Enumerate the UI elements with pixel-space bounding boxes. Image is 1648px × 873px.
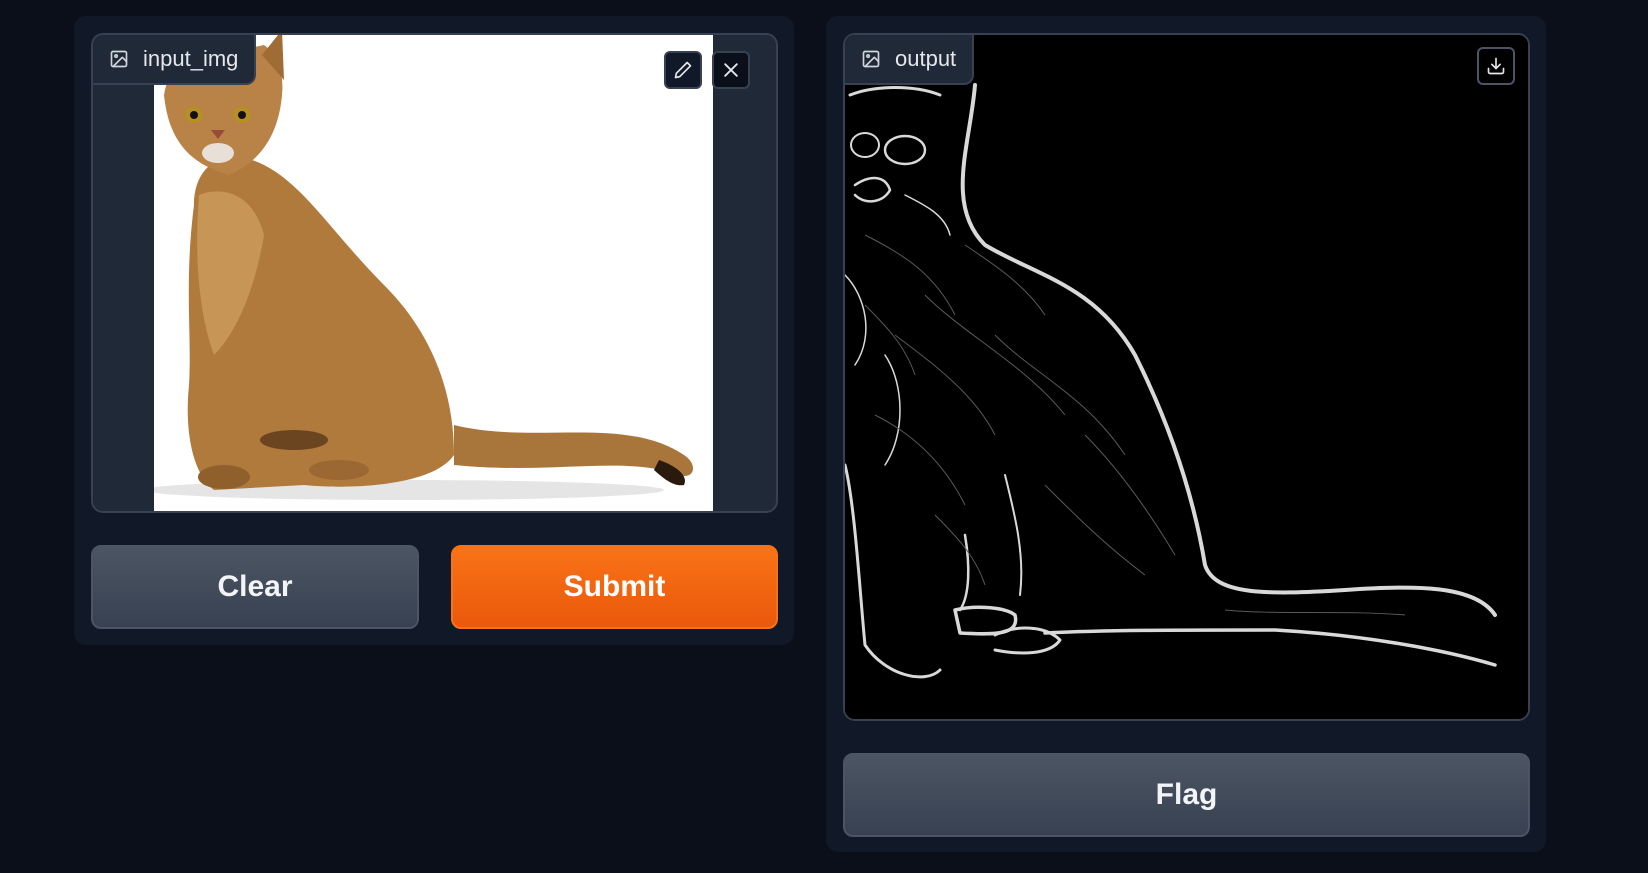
flag-button[interactable]: Flag — [843, 753, 1530, 837]
pencil-icon — [674, 61, 692, 79]
output-label: output — [895, 46, 957, 71]
image-icon — [110, 50, 128, 68]
image-icon — [862, 50, 880, 68]
input-image-component[interactable]: input_img — [91, 33, 778, 513]
edit-button[interactable] — [664, 51, 702, 89]
input-label: input_img — [143, 46, 239, 71]
submit-button[interactable]: Submit — [451, 545, 778, 629]
download-icon — [1487, 57, 1505, 75]
download-button[interactable] — [1477, 47, 1515, 85]
input-image — [154, 35, 713, 511]
output-image-component: output — [843, 33, 1530, 721]
clear-image-button[interactable] — [712, 51, 750, 89]
close-icon — [724, 63, 738, 77]
input-label-tab: input_img — [93, 35, 257, 85]
input-panel: input_img Clear Submit — [74, 16, 794, 645]
output-label-tab: output — [845, 35, 975, 85]
clear-button[interactable]: Clear — [91, 545, 419, 629]
output-panel: output Flag — [826, 16, 1546, 852]
output-image — [845, 35, 1528, 719]
